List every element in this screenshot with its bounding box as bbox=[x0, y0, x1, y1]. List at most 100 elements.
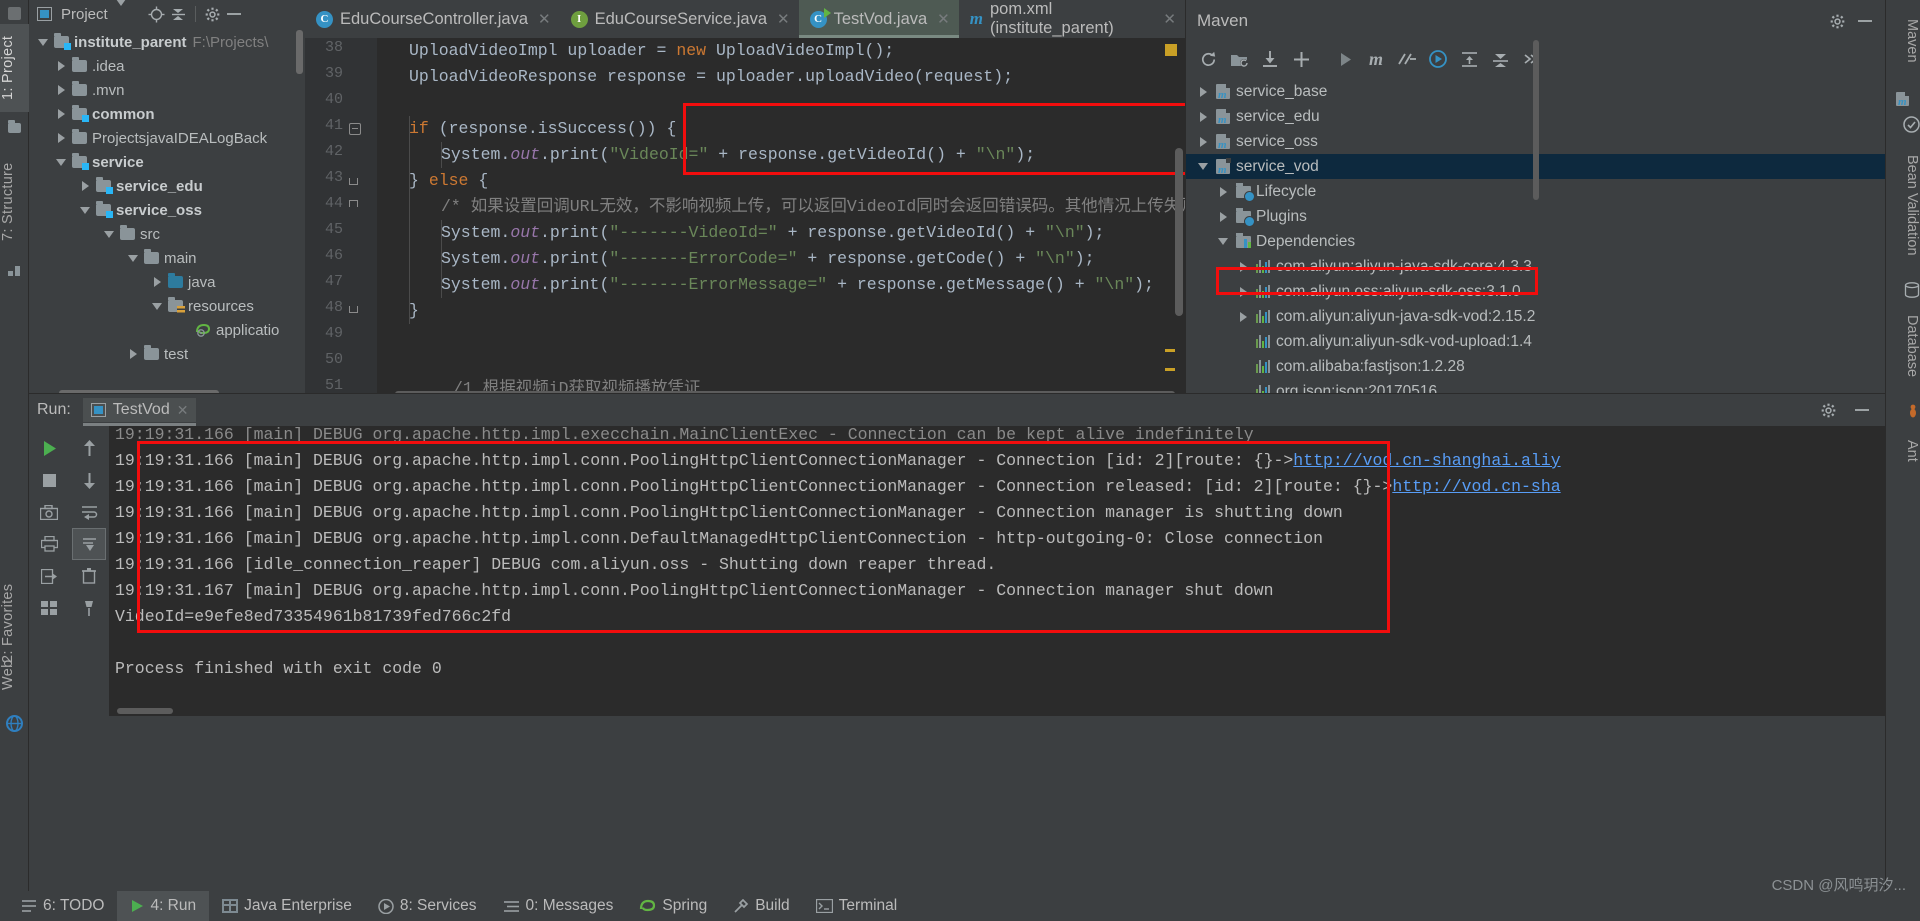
screenshot-icon[interactable] bbox=[32, 496, 66, 528]
run-icon[interactable] bbox=[1331, 46, 1359, 72]
more-icon[interactable] bbox=[1517, 46, 1545, 72]
status-item-messages[interactable]: 0: Messages bbox=[490, 891, 627, 921]
ant-strip-icon[interactable] bbox=[1885, 398, 1920, 430]
gear-icon[interactable] bbox=[205, 7, 220, 22]
expand-arrow-icon[interactable] bbox=[1194, 86, 1212, 97]
tree-row[interactable]: .idea bbox=[29, 54, 305, 78]
pin-icon[interactable] bbox=[72, 592, 106, 624]
status-item-services[interactable]: 8: Services bbox=[365, 891, 490, 921]
expand-arrow-icon[interactable] bbox=[1234, 261, 1252, 272]
console-link[interactable]: http://vod.cn-shanghai.aliy bbox=[1293, 451, 1560, 470]
editor-tab-educoursecontroller[interactable]: C EduCourseController.java ✕ bbox=[305, 0, 560, 38]
expand-arrow-icon[interactable] bbox=[125, 349, 141, 359]
expand-arrow-icon[interactable] bbox=[1194, 111, 1212, 122]
hide-panel-icon[interactable] bbox=[1845, 394, 1879, 426]
export-icon[interactable] bbox=[32, 560, 66, 592]
editor-tab-pomxml[interactable]: m pom.xml (institute_parent) ✕ bbox=[959, 0, 1185, 38]
expand-arrow-icon[interactable] bbox=[53, 85, 69, 95]
stop-icon[interactable] bbox=[32, 464, 66, 496]
sidebar-item-structure[interactable]: 7: Structure bbox=[0, 148, 29, 256]
fold-brace-icon[interactable] bbox=[349, 306, 358, 313]
status-item-spring[interactable]: Spring bbox=[626, 891, 720, 921]
status-item-build[interactable]: Build bbox=[720, 891, 802, 921]
tree-row[interactable]: common bbox=[29, 102, 305, 126]
execute-icon[interactable] bbox=[1424, 46, 1452, 72]
tree-row[interactable]: test bbox=[29, 342, 305, 366]
expand-arrow-icon[interactable] bbox=[1194, 163, 1212, 170]
tree-row[interactable]: main bbox=[29, 246, 305, 270]
console-output[interactable]: 19:19:31.166 [main] DEBUG org.apache.htt… bbox=[109, 426, 1885, 716]
project-tree[interactable]: institute_parent F:\Projects\ .idea .mvn… bbox=[29, 28, 305, 366]
console-link[interactable]: http://vod.cn-sha bbox=[1392, 477, 1560, 496]
tree-row[interactable]: institute_parent F:\Projects\ bbox=[29, 30, 305, 54]
console-horizontal-scrollbar[interactable] bbox=[117, 708, 173, 714]
maven-row-dep-sdk-oss[interactable]: com.aliyun.oss:aliyun-sdk-oss:3.1.0 bbox=[1186, 279, 1885, 304]
expand-arrow-icon[interactable] bbox=[53, 109, 69, 119]
expand-arrow-icon[interactable] bbox=[1214, 211, 1232, 222]
status-item-run[interactable]: 4: Run bbox=[117, 891, 210, 921]
status-item-java-enterprise[interactable]: Java Enterprise bbox=[209, 891, 365, 921]
run-tab-testvod[interactable]: TestVod ✕ bbox=[82, 398, 197, 426]
fold-marker-icon[interactable] bbox=[349, 123, 361, 135]
reimport-icon[interactable] bbox=[1194, 46, 1222, 72]
maven-goal-icon[interactable]: m bbox=[1362, 46, 1390, 72]
expand-arrow-icon[interactable] bbox=[1194, 136, 1212, 147]
scroll-to-end-icon[interactable] bbox=[72, 528, 106, 560]
status-item-terminal[interactable]: Terminal bbox=[803, 891, 911, 921]
add-icon[interactable] bbox=[1287, 46, 1315, 72]
sidebar-item-ant[interactable]: Ant bbox=[1885, 428, 1920, 474]
database-strip-icon[interactable] bbox=[1885, 276, 1920, 308]
expand-arrow-icon[interactable] bbox=[1234, 286, 1252, 297]
project-vertical-scrollbar[interactable] bbox=[296, 30, 303, 74]
locate-icon[interactable] bbox=[148, 6, 165, 23]
maven-row-dep-sdk-vod[interactable]: com.aliyun:aliyun-java-sdk-vod:2.15.2 bbox=[1186, 304, 1885, 329]
trash-icon[interactable] bbox=[72, 560, 106, 592]
expand-arrow-icon[interactable] bbox=[101, 230, 117, 238]
hide-panel-icon[interactable] bbox=[1851, 8, 1879, 34]
maven-row-plugins[interactable]: Plugins bbox=[1186, 204, 1885, 229]
tree-row[interactable]: service_edu bbox=[29, 174, 305, 198]
close-icon[interactable]: ✕ bbox=[1163, 10, 1176, 28]
editor-gutter[interactable]: 38 39 40 41 42 43 44 45 46 47 48 49 50 5… bbox=[305, 38, 377, 398]
print-icon[interactable] bbox=[32, 528, 66, 560]
status-item-todo[interactable]: 6: TODO bbox=[8, 891, 117, 921]
hide-panel-icon[interactable] bbox=[226, 7, 242, 21]
expand-arrow-icon[interactable] bbox=[149, 277, 165, 287]
collapse-all-icon[interactable] bbox=[1486, 46, 1514, 72]
tree-row[interactable]: service bbox=[29, 150, 305, 174]
warning-stripe-marker[interactable] bbox=[1165, 368, 1175, 371]
maven-vertical-scrollbar[interactable] bbox=[1533, 40, 1539, 200]
down-arrow-icon[interactable] bbox=[72, 464, 106, 496]
fold-brace-icon[interactable] bbox=[349, 200, 358, 207]
gear-icon[interactable] bbox=[1823, 8, 1851, 34]
tree-row[interactable]: ProjectsjavaIDEALogBack bbox=[29, 126, 305, 150]
close-icon[interactable]: ✕ bbox=[538, 10, 551, 28]
editor-tab-educourseservice[interactable]: I EduCourseService.java ✕ bbox=[560, 0, 799, 38]
expand-arrow-icon[interactable] bbox=[149, 302, 165, 310]
expand-arrow-icon[interactable] bbox=[1214, 238, 1232, 245]
collapse-all-icon[interactable] bbox=[171, 6, 186, 22]
generate-sources-icon[interactable] bbox=[1225, 46, 1253, 72]
skip-tests-icon[interactable] bbox=[1393, 46, 1421, 72]
error-stripe-marker[interactable] bbox=[1165, 44, 1177, 56]
layout-icon[interactable] bbox=[32, 592, 66, 624]
expand-arrow-icon[interactable] bbox=[77, 206, 93, 214]
code-text[interactable]: UploadVideoImpl uploader = new UploadVid… bbox=[377, 38, 1185, 398]
close-icon[interactable]: ✕ bbox=[177, 402, 189, 419]
soft-wrap-icon[interactable] bbox=[72, 496, 106, 528]
warning-stripe-marker[interactable] bbox=[1165, 349, 1175, 352]
sidebar-item-maven[interactable]: Maven bbox=[1885, 4, 1920, 78]
download-sources-icon[interactable] bbox=[1256, 46, 1284, 72]
tree-row[interactable]: java bbox=[29, 270, 305, 294]
tree-row[interactable]: src bbox=[29, 222, 305, 246]
run-icon[interactable] bbox=[32, 432, 66, 464]
sidebar-item-bean-validation[interactable]: Bean Validation bbox=[1885, 140, 1920, 270]
editor-tab-testvod[interactable]: C TestVod.java ✕ bbox=[798, 0, 959, 38]
expand-arrow-icon[interactable] bbox=[35, 38, 51, 46]
expand-arrow-icon[interactable] bbox=[53, 158, 69, 166]
expand-arrow-icon[interactable] bbox=[77, 181, 93, 191]
tree-row[interactable]: .mvn bbox=[29, 78, 305, 102]
expand-arrow-icon[interactable] bbox=[1214, 186, 1232, 197]
tree-row[interactable]: resources bbox=[29, 294, 305, 318]
maven-row-dependencies[interactable]: Dependencies bbox=[1186, 229, 1885, 254]
